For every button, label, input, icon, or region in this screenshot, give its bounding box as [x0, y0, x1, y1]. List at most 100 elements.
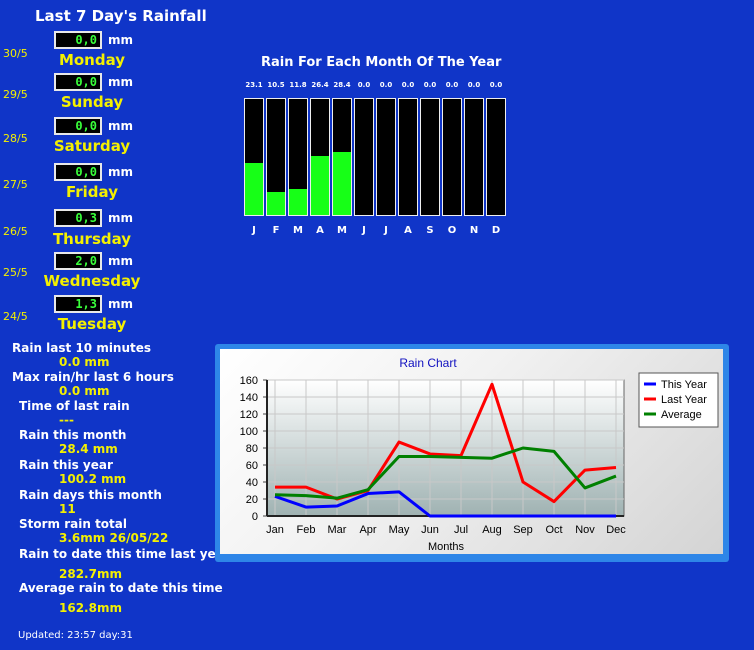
y-tick-label: 140 [240, 392, 258, 404]
month-value-label: 0.0 [423, 81, 437, 89]
day-rain-unit: mm [108, 119, 134, 133]
y-tick-label: 100 [240, 426, 258, 438]
day-name: Tuesday [57, 315, 127, 333]
month-bar-frame [244, 98, 264, 216]
stat-value: 282.7mm [59, 567, 122, 581]
stat-label: Rain to date this time last year [19, 547, 230, 561]
x-tick-label: May [389, 524, 410, 536]
stat-value: --- [59, 413, 74, 427]
month-axis-label: J [362, 225, 366, 236]
day-name: Sunday [60, 93, 124, 111]
month-value-label: 0.0 [445, 81, 459, 89]
month-axis-label: M [293, 225, 303, 236]
x-tick-label: Feb [297, 524, 316, 536]
day-rain-value: 0,3 [54, 209, 102, 227]
x-tick-label: Aug [482, 524, 502, 536]
stat-value: 28.4 mm [59, 442, 118, 456]
day-name: Friday [65, 183, 118, 201]
day-rain-unit: mm [108, 254, 134, 268]
month-value-label: 0.0 [401, 81, 415, 89]
day-rain-unit: mm [108, 33, 134, 47]
month-bar-frame [332, 98, 352, 216]
day-rain-value: 0,0 [54, 163, 102, 181]
month-axis-label: O [447, 225, 457, 236]
month-bar-frame [266, 98, 286, 216]
y-tick-label: 80 [246, 443, 258, 455]
x-tick-label: Nov [575, 524, 595, 536]
stat-label: Rain this year [19, 458, 113, 472]
stat-value: 100.2 mm [59, 472, 127, 486]
month-bar-frame [398, 98, 418, 216]
x-axis-label: Months [428, 541, 465, 553]
day-rain-unit: mm [108, 297, 134, 311]
stat-label: Rain days this month [19, 488, 162, 502]
month-value-label: 0.0 [357, 81, 371, 89]
stat-value: 3.6mm 26/05/22 [59, 531, 169, 545]
month-axis-label: D [491, 225, 501, 236]
day-rain-value: 0,0 [54, 31, 102, 49]
month-value-label: 26.4 [311, 81, 329, 89]
rain-chart: 0 20 40 60 80 100 120 140 160 Jan Feb Mar Apr May Jun J… [240, 356, 719, 553]
stat-label: Average rain to date this time [19, 581, 223, 595]
y-tick-label: 20 [246, 494, 258, 506]
month-bar-frame [486, 98, 506, 216]
day-name: Thursday [52, 230, 132, 248]
month-bar [245, 163, 263, 215]
x-tick-label: Dec [606, 524, 626, 536]
day-rain-value: 0,0 [54, 73, 102, 91]
stat-value: 162.8mm [59, 601, 122, 615]
day-rain-value: 2,0 [54, 252, 102, 270]
updated-time: Updated: 23:57 day:31 [18, 630, 133, 641]
month-axis-label: A [404, 225, 412, 236]
y-tick-label: 0 [252, 511, 258, 523]
stat-label: Rain last 10 minutes [12, 341, 152, 355]
month-axis-label: A [316, 225, 324, 236]
month-value-label: 0.0 [379, 81, 393, 89]
month-value-label: 0.0 [467, 81, 481, 89]
y-tick-label: 60 [246, 460, 258, 472]
x-tick-label: Sep [513, 524, 533, 536]
month-bar-frame [420, 98, 440, 216]
month-bar [267, 191, 285, 215]
month-bar-frame [376, 98, 396, 216]
x-tick-label: Jun [421, 524, 439, 536]
monthly-chart-title: Rain For Each Month Of The Year [261, 55, 502, 70]
month-axis-label: J [252, 225, 256, 236]
day-name: Saturday [53, 137, 131, 155]
stat-label: Rain this month [19, 428, 127, 442]
day-rain-unit: mm [108, 211, 134, 225]
month-axis-label: S [426, 225, 434, 236]
chart-title: Rain Chart [399, 356, 457, 370]
legend-entry: Average [661, 409, 702, 421]
day-rain-value: 1,3 [54, 295, 102, 313]
month-axis-label: J [384, 225, 388, 236]
legend-entry: This Year [661, 379, 707, 391]
month-bar-frame [310, 98, 330, 216]
month-axis-label: F [272, 225, 280, 236]
month-bar [311, 156, 329, 215]
x-tick-label: Oct [545, 524, 562, 536]
x-tick-label: Jul [454, 524, 468, 536]
x-tick-label: Mar [328, 524, 347, 536]
stat-value: 0.0 mm [59, 384, 110, 398]
month-value-label: 10.5 [267, 81, 285, 89]
stat-label: Time of last rain [19, 399, 130, 413]
y-tick-label: 40 [246, 477, 258, 489]
day-name: Wednesday [43, 272, 141, 290]
month-value-label: 23.1 [245, 81, 263, 89]
stat-label: Storm rain total [19, 517, 127, 531]
day-name: Monday [58, 51, 126, 69]
month-bar [333, 151, 351, 215]
month-bar-frame [354, 98, 374, 216]
month-axis-label: M [337, 225, 347, 236]
y-tick-label: 120 [240, 409, 258, 421]
page-title: Last 7 Day's Rainfall [35, 7, 207, 25]
stat-label: Max rain/hr last 6 hours [12, 370, 174, 384]
stat-value: 0.0 mm [59, 355, 110, 369]
month-bar-frame [442, 98, 462, 216]
month-axis-label: N [469, 225, 479, 236]
month-bar-frame [464, 98, 484, 216]
month-value-label: 11.8 [289, 81, 307, 89]
month-value-label: 0.0 [489, 81, 503, 89]
month-bar-frame [288, 98, 308, 216]
